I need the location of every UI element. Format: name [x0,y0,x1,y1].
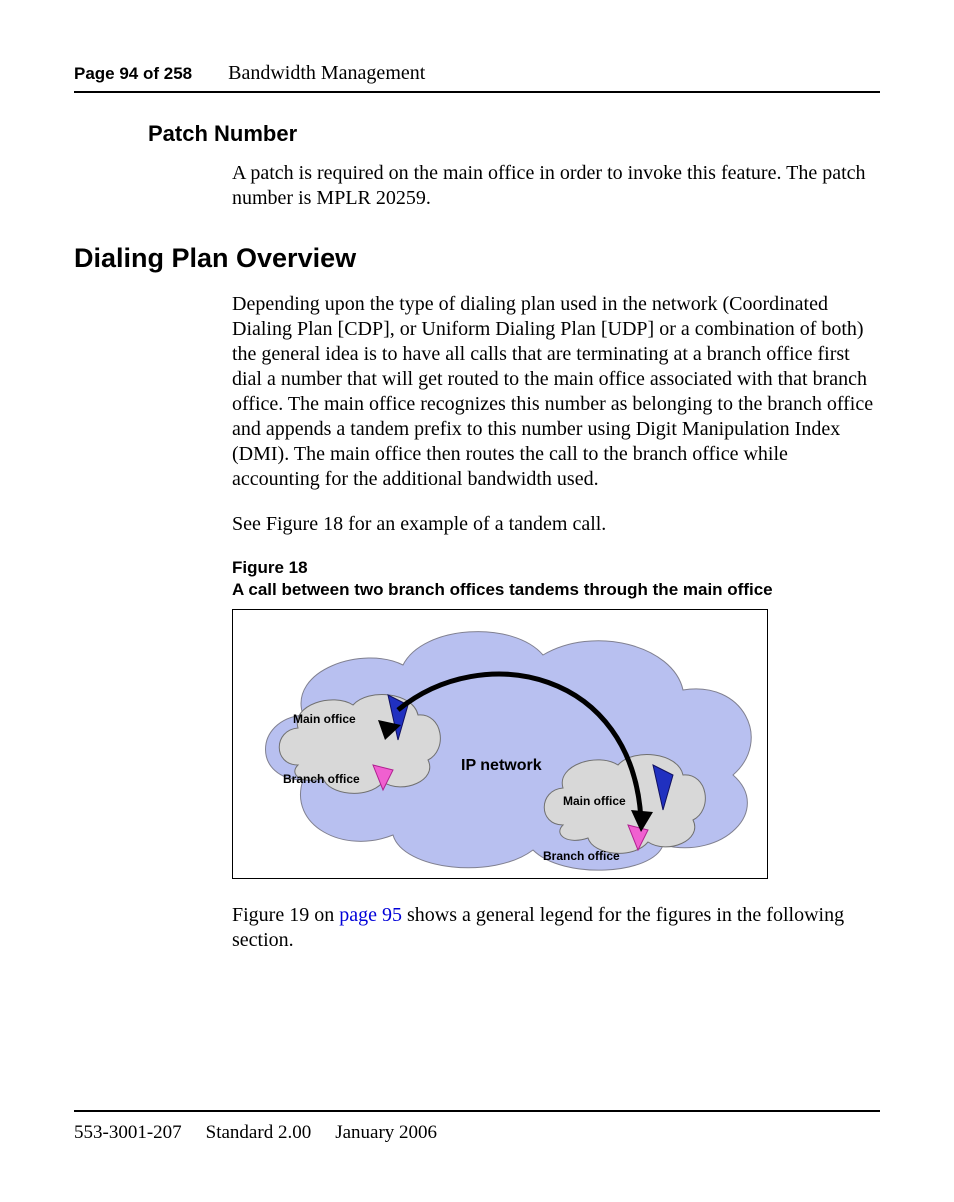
ip-network-label: IP network [461,757,542,774]
figure-number: Figure 18 [232,558,308,577]
see-figure-text: See Figure 18 for an example of a tandem… [232,512,880,537]
branch-office-right-label: Branch office [543,849,620,863]
main-office-right-label: Main office [563,794,626,808]
page-footer: 553-3001-207 Standard 2.00 January 2006 [74,1110,880,1144]
patch-number-body: A patch is required on the main office i… [232,161,880,211]
footer-date: January 2006 [335,1122,437,1144]
dialing-plan-overview-heading: Dialing Plan Overview [74,243,880,274]
figure-label: Figure 18 A call between two branch offi… [232,557,880,601]
footer-standard: Standard 2.00 [206,1122,312,1144]
page-95-link[interactable]: page 95 [339,904,402,926]
after-figure-text: Figure 19 on page 95 shows a general leg… [232,903,880,953]
figure-caption: A call between two branch offices tandem… [232,580,773,599]
section-title: Bandwidth Management [228,62,425,85]
dialing-plan-overview-body: Depending upon the type of dialing plan … [232,292,880,492]
branch-office-left-label: Branch office [283,772,360,786]
figure-18-diagram: Main office Branch office IP network Mai… [232,609,768,879]
page-header: Page 94 of 258 Bandwidth Management [74,62,880,93]
main-office-left-label: Main office [293,712,356,726]
page-number: Page 94 of 258 [74,64,192,84]
after-figure-pre: Figure 19 on [232,904,339,926]
patch-number-heading: Patch Number [148,121,880,147]
footer-docnum: 553-3001-207 [74,1122,182,1144]
